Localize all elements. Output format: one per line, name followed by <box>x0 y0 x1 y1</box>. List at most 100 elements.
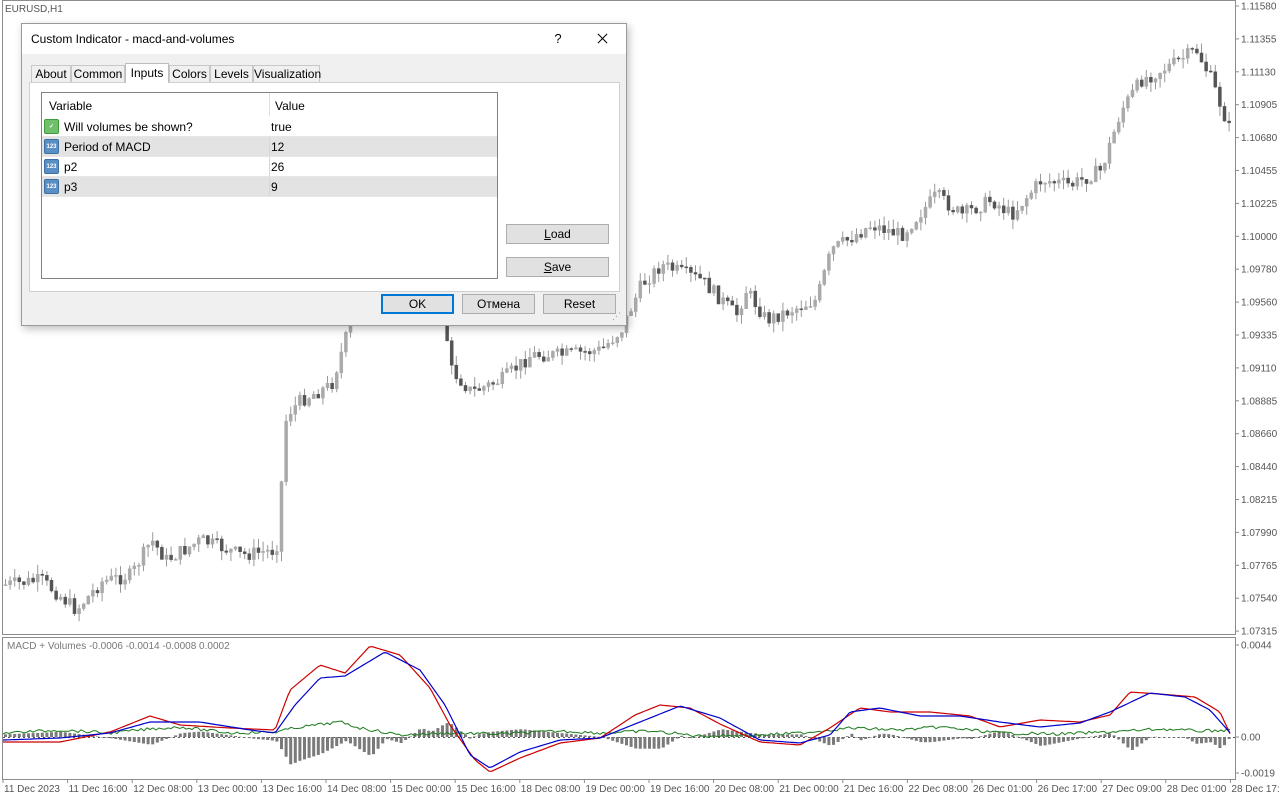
table-row[interactable]: 123 p3 9 <box>42 177 497 197</box>
candle-body <box>100 581 104 594</box>
load-button[interactable]: Load <box>506 224 609 244</box>
candle-body <box>206 535 210 545</box>
histogram-bar <box>31 733 35 737</box>
tab-about[interactable]: About <box>31 65 71 82</box>
candle-body <box>201 535 206 539</box>
close-icon[interactable] <box>588 24 618 54</box>
tab-levels[interactable]: Levels <box>210 65 253 82</box>
resize-grip-icon[interactable]: ⋰ <box>612 311 621 322</box>
candle-body <box>22 581 26 585</box>
table-row[interactable]: ✓ Will volumes be shown? true <box>42 117 497 137</box>
cancel-button[interactable]: Отмена <box>462 294 535 314</box>
histogram-bar <box>261 737 265 740</box>
candle-body <box>1052 181 1057 184</box>
histogram-bar <box>634 737 638 749</box>
histogram-bar <box>445 723 449 737</box>
candle-body <box>629 311 633 316</box>
candle-body <box>551 351 555 358</box>
row-value[interactable]: 9 <box>271 180 278 194</box>
histogram-bar <box>243 737 247 738</box>
histogram-bar <box>128 737 132 742</box>
tab-common[interactable]: Common <box>71 65 125 82</box>
histogram-bar <box>358 737 362 750</box>
histogram-bar <box>625 737 628 746</box>
histogram-bar <box>675 737 679 739</box>
histogram-bar <box>54 732 58 737</box>
tab-visualization[interactable]: Visualization <box>253 65 321 82</box>
candle-body <box>744 293 748 310</box>
symbol-label: EURUSD,H1 <box>5 4 63 15</box>
histogram-bar <box>1016 736 1019 738</box>
histogram-bar <box>109 737 113 739</box>
tab-colors[interactable]: Colors <box>169 65 210 82</box>
histogram-bar <box>238 736 242 738</box>
candle-body <box>1185 48 1190 59</box>
candle-body <box>219 538 224 552</box>
candle-body <box>91 590 95 597</box>
histogram-bar <box>1080 737 1084 739</box>
price-tick-label: 1.10000 <box>1241 232 1278 243</box>
variable-column-header[interactable]: Variable <box>49 99 92 113</box>
candle-body <box>909 228 914 233</box>
row-value[interactable]: 12 <box>271 140 284 154</box>
candle-body <box>1047 181 1052 184</box>
histogram-bar <box>1108 733 1111 737</box>
candle-body <box>587 351 592 355</box>
histogram-bar <box>270 737 274 741</box>
ok-button[interactable]: OK <box>381 294 454 314</box>
time-tick-label: 22 Dec 08:00 <box>908 784 968 795</box>
histogram-bar <box>666 737 670 745</box>
price-tick-label: 1.11130 <box>1241 67 1276 78</box>
save-button[interactable]: Save <box>506 257 609 277</box>
reset-button[interactable]: Reset <box>543 294 616 314</box>
candle-body <box>992 201 997 209</box>
value-column-header[interactable]: Value <box>275 99 305 113</box>
dialog-title: Custom Indicator - macd-and-volumes <box>31 32 235 46</box>
candle-body <box>937 190 942 193</box>
table-row[interactable]: 123 p2 26 <box>42 157 497 177</box>
histogram-bar <box>974 737 978 738</box>
histogram-bar <box>947 737 950 740</box>
table-row[interactable]: 123 Period of MACD 12 <box>42 137 497 157</box>
save-hotkey: S <box>543 260 552 274</box>
candle-body <box>781 310 785 322</box>
candle-body <box>1093 165 1098 183</box>
tab-inputs[interactable]: Inputs <box>125 63 169 83</box>
histogram-bar <box>951 737 955 740</box>
histogram-bar <box>542 731 546 737</box>
histogram-bar <box>804 736 808 737</box>
histogram-bar <box>376 737 380 749</box>
candle-body <box>891 229 896 236</box>
price-tick-label: 1.11355 <box>1241 34 1277 45</box>
histogram-bar <box>339 737 343 744</box>
time-tick-label: 28 Dec 01:00 <box>1167 784 1227 795</box>
histogram-bar <box>1057 737 1061 743</box>
candle-body <box>873 227 877 231</box>
candle-body <box>1195 48 1199 54</box>
histogram-bar <box>795 734 799 737</box>
candle-body <box>72 598 77 614</box>
candle-body <box>1158 72 1162 80</box>
histogram-bar <box>661 737 665 748</box>
candle-body <box>850 240 854 243</box>
candle-body <box>279 481 284 552</box>
row-value[interactable]: true <box>271 120 292 134</box>
help-button[interactable]: ? <box>548 24 568 54</box>
signal-line <box>3 645 1231 772</box>
candle-body <box>86 595 91 605</box>
row-value[interactable]: 26 <box>271 160 284 174</box>
candle-body <box>592 350 597 355</box>
candle-body <box>610 342 615 344</box>
candle-body <box>325 383 330 388</box>
histogram-bar <box>638 737 642 749</box>
histogram-bar <box>381 737 385 744</box>
dialog-titlebar[interactable]: Custom Indicator - macd-and-volumes ? <box>22 24 626 54</box>
price-tick-label: 1.09335 <box>1241 331 1278 342</box>
histogram-bar <box>197 731 201 737</box>
candle-body <box>615 337 620 343</box>
candle-body <box>638 280 643 299</box>
candle-body <box>739 308 744 316</box>
histogram-bar <box>312 737 316 757</box>
column-divider[interactable] <box>269 93 270 116</box>
histogram-bar <box>289 737 293 765</box>
